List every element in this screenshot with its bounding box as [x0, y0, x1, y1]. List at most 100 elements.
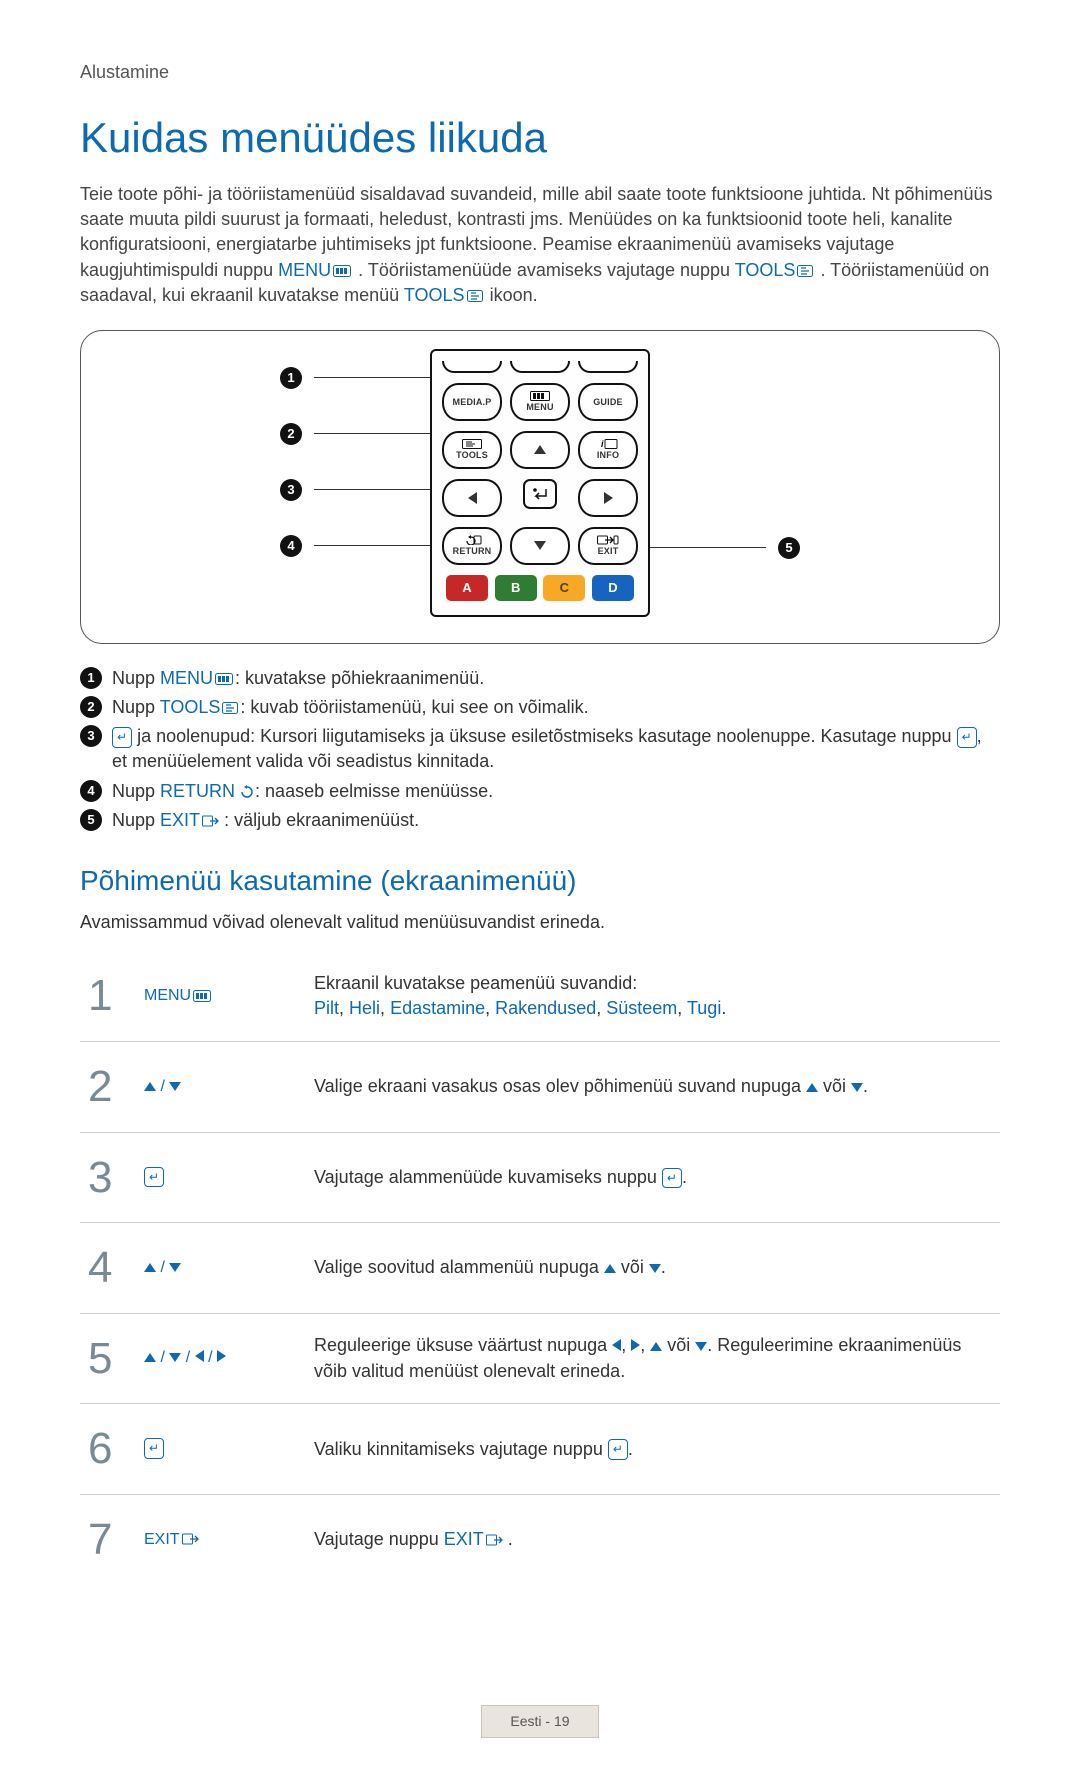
tools-label-inline-2: TOOLS: [404, 285, 465, 305]
step-action: / / /: [136, 1313, 306, 1404]
step-number: 1: [80, 951, 136, 1041]
return-icon: [462, 535, 482, 545]
step-description: Reguleerige üksuse väärtust nupuga , , v…: [306, 1313, 1000, 1404]
exit-icon: [202, 815, 222, 827]
step-row: 7 EXIT Vajutage nuppu EXIT.: [80, 1494, 1000, 1584]
menu-icon: [215, 673, 233, 685]
tools-icon: [467, 290, 483, 302]
step-row: 4 / Valige soovitud alammenüü nupuga või…: [80, 1223, 1000, 1314]
arrow-right-icon: [631, 1339, 640, 1351]
callout-3: 3: [280, 479, 302, 501]
step-description: Vajutage alammenüüde kuvamiseks nuppu ↵.: [306, 1132, 1000, 1223]
callout-4: 4: [280, 535, 302, 557]
step-description: Valige soovitud alammenüü nupuga või .: [306, 1223, 1000, 1314]
enter-icon: [530, 486, 550, 502]
exit-icon: [597, 535, 619, 545]
remote-stub-button: [442, 361, 502, 373]
enter-icon: ↵: [144, 1438, 164, 1459]
legend-item-4: 4 Nupp RETURN: naaseb eelmisse menüüsse.: [80, 779, 1000, 804]
callout-5: 5: [778, 537, 800, 559]
remote-control: MEDIA.P MENU GUIDE TOOLS i INFO: [430, 349, 650, 617]
enter-icon: ↵: [662, 1168, 682, 1189]
arrow-up-icon: [144, 1082, 156, 1091]
legend-item-5: 5 Nupp EXIT: väljub ekraanimenüüst.: [80, 808, 1000, 833]
color-a-button: A: [446, 575, 488, 601]
footer-page-number: 19: [554, 1713, 570, 1729]
color-c-button: C: [543, 575, 585, 601]
guide-button: GUIDE: [578, 383, 638, 421]
enter-icon: ↵: [112, 727, 132, 748]
remote-diagram: 1 2 3 4 MEDIA.P MENU: [80, 330, 1000, 644]
intro-paragraph: Teie toote põhi- ja tööriistamenüüd sisa…: [80, 182, 1000, 308]
step-row: 6 ↵ Valiku kinnitamiseks vajutage nuppu …: [80, 1404, 1000, 1495]
step-row: 3 ↵ Vajutage alammenüüde kuvamiseks nupp…: [80, 1132, 1000, 1223]
step-row: 2 / Valige ekraani vasakus osas olev põh…: [80, 1042, 1000, 1133]
tools-icon: [222, 702, 238, 714]
step-action: ↵: [136, 1132, 306, 1223]
callout-2: 2: [280, 423, 302, 445]
enter-icon: ↵: [608, 1439, 628, 1460]
exit-button: EXIT: [578, 527, 638, 565]
tools-icon: [797, 265, 813, 277]
arrow-down-icon: [649, 1264, 661, 1273]
step-row: 1 MENU Ekraanil kuvatakse peamenüü suvan…: [80, 951, 1000, 1041]
step-action: EXIT: [136, 1494, 306, 1584]
exit-icon: [486, 1534, 506, 1546]
step-number: 7: [80, 1494, 136, 1584]
enter-icon: ↵: [144, 1167, 164, 1188]
arrow-up-icon: [144, 1263, 156, 1272]
info-button: i INFO: [578, 431, 638, 469]
tools-button: TOOLS: [442, 431, 502, 469]
menu-icon: [333, 265, 351, 277]
footer-language: Eesti: [510, 1713, 541, 1729]
step-description: Vajutage nuppu EXIT.: [306, 1494, 1000, 1584]
step-action: /: [136, 1223, 306, 1314]
info-icon: i: [598, 439, 618, 449]
enter-icon: ↵: [957, 727, 977, 748]
return-button: RETURN: [442, 527, 502, 565]
arrow-left-icon: [612, 1339, 621, 1351]
section-title: Põhimenüü kasutamine (ekraanimenüü): [80, 861, 1000, 900]
step-number: 3: [80, 1132, 136, 1223]
tools-label-inline: TOOLS: [735, 260, 796, 280]
step-description: Valige ekraani vasakus osas olev põhimen…: [306, 1042, 1000, 1133]
arrow-left-icon: [195, 1350, 204, 1362]
step-number: 5: [80, 1313, 136, 1404]
legend-item-1: 1 Nupp MENU: kuvatakse põhiekraanimenüü.: [80, 666, 1000, 691]
step-number: 4: [80, 1223, 136, 1314]
menu-label-inline: MENU: [278, 260, 331, 280]
enter-button: [523, 479, 557, 509]
step-action: ↵: [136, 1404, 306, 1495]
menu-button: MENU: [510, 383, 570, 421]
page-title: Kuidas menüüdes liikuda: [80, 109, 1000, 168]
arrow-down-icon: [851, 1083, 863, 1092]
arrow-right-icon: [604, 492, 613, 504]
menu-icon: [193, 990, 211, 1002]
arrow-right-button: [578, 479, 638, 517]
arrow-down-icon: [169, 1353, 181, 1362]
page-footer: Eesti - 19: [80, 1705, 1000, 1739]
arrow-up-icon: [534, 445, 546, 454]
step-action: /: [136, 1042, 306, 1133]
arrow-down-button: [510, 527, 570, 565]
arrow-down-icon: [169, 1263, 181, 1272]
step-action: MENU: [136, 951, 306, 1041]
exit-icon: [182, 1533, 202, 1545]
intro-text-4: ikoon.: [490, 285, 538, 305]
arrow-left-icon: [468, 492, 477, 504]
color-b-button: B: [495, 575, 537, 601]
step-description: Valiku kinnitamiseks vajutage nuppu ↵.: [306, 1404, 1000, 1495]
return-icon: [237, 785, 253, 799]
color-d-button: D: [592, 575, 634, 601]
legend-item-3: 3 ↵ ja noolenupud: Kursori liigutamiseks…: [80, 724, 1000, 774]
legend-item-2: 2 Nupp TOOLS: kuvab tööriistamenüü, kui …: [80, 695, 1000, 720]
arrow-left-button: [442, 479, 502, 517]
remote-stub-button: [510, 361, 570, 373]
steps-table: 1 MENU Ekraanil kuvatakse peamenüü suvan…: [80, 951, 1000, 1584]
arrow-down-icon: [695, 1342, 707, 1351]
step-number: 2: [80, 1042, 136, 1133]
intro-text-2: . Tööriistamenüüde avamiseks vajutage nu…: [358, 260, 735, 280]
arrow-up-icon: [604, 1264, 616, 1273]
arrow-right-icon: [217, 1350, 226, 1362]
breadcrumb: Alustamine: [80, 60, 1000, 85]
